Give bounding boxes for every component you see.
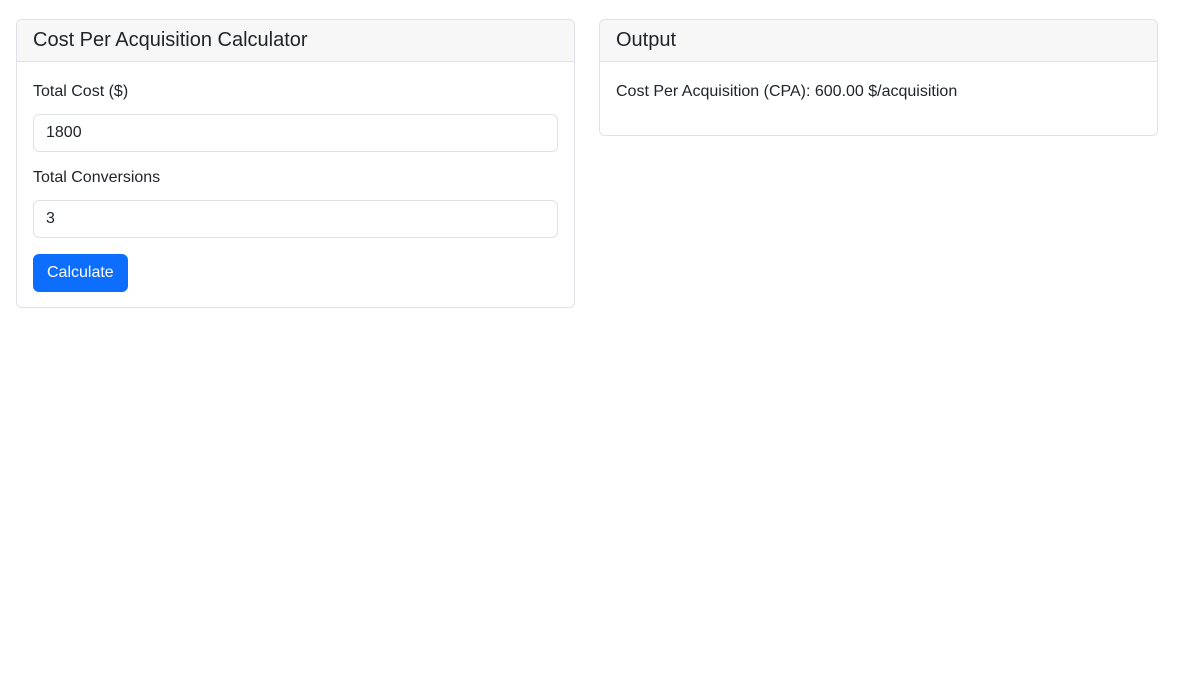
total-conversions-group: Total Conversions — [33, 166, 558, 238]
output-card-header: Output — [600, 20, 1157, 62]
total-cost-input[interactable] — [33, 114, 558, 152]
total-cost-group: Total Cost ($) — [33, 80, 558, 152]
calculate-button[interactable]: Calculate — [33, 254, 128, 292]
output-card-body: Cost Per Acquisition (CPA): 600.00 $/acq… — [600, 62, 1157, 120]
calculator-card-header: Cost Per Acquisition Calculator — [17, 20, 574, 62]
total-conversions-label: Total Conversions — [33, 169, 161, 186]
output-title: Output — [616, 29, 677, 51]
total-conversions-input[interactable] — [33, 200, 558, 238]
page: Cost Per Acquisition Calculator Total Co… — [0, 0, 1180, 680]
calculator-card: Cost Per Acquisition Calculator Total Co… — [16, 19, 575, 308]
calculator-card-body: Total Cost ($) Total Conversions Calcula… — [17, 62, 574, 307]
output-card: Output Cost Per Acquisition (CPA): 600.0… — [599, 19, 1158, 136]
cpa-result-text: Cost Per Acquisition (CPA): 600.00 $/acq… — [616, 83, 958, 100]
total-cost-label: Total Cost ($) — [33, 83, 129, 100]
calculator-title: Cost Per Acquisition Calculator — [33, 29, 308, 51]
